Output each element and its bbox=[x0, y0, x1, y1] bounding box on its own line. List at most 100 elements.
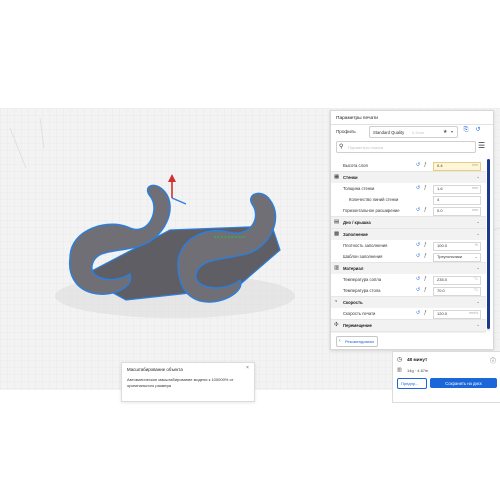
function-icon[interactable]: ƒ bbox=[424, 207, 427, 213]
reset-icon[interactable]: ↺ bbox=[416, 310, 420, 316]
function-icon[interactable]: ƒ bbox=[424, 310, 427, 316]
reset-icon[interactable]: ↺ bbox=[416, 287, 420, 293]
setting-input[interactable]: 70.0 °C bbox=[433, 286, 481, 296]
reset-icon[interactable]: ↺ bbox=[416, 276, 420, 282]
setting-row: Горизонтальное расширение ↺ ƒ 0.0 mm bbox=[331, 205, 486, 216]
scrollbar[interactable] bbox=[487, 159, 490, 331]
category-header[interactable]: ▦ Стенки ⌄ bbox=[331, 171, 486, 183]
settings-list[interactable]: Высота слоя ↺ ƒ 0.4 mm ▦ Стенки ⌄ Толщина стенки… bbox=[331, 158, 493, 333]
material-usage: 14g · 4.67m bbox=[407, 368, 429, 373]
walls-icon: ▦ bbox=[334, 173, 340, 180]
setting-input[interactable]: 100.0% bbox=[433, 241, 481, 251]
category-header[interactable]: ✣ Перемещение ⌄ bbox=[331, 319, 486, 331]
setting-input[interactable]: 0.0 mm bbox=[433, 206, 481, 216]
function-icon[interactable]: ƒ bbox=[424, 287, 427, 293]
setting-dropdown[interactable]: Треугольники ⌄ bbox=[433, 252, 481, 262]
function-icon[interactable]: ƒ bbox=[424, 276, 427, 282]
preview-button[interactable]: Предпр... bbox=[397, 378, 427, 389]
setting-row: Шаблон заполнения ↺ ƒ Треугольники ⌄ bbox=[331, 251, 486, 262]
category-header[interactable]: ▩ Заполнение ⌄ bbox=[331, 228, 486, 240]
chevron-down-icon: ⌄ bbox=[474, 253, 478, 259]
recommended-button[interactable]: ‹ Рекомендовано bbox=[336, 336, 378, 347]
search-icon: ⚲ bbox=[339, 143, 344, 150]
panel-title: Параметры печати bbox=[336, 116, 378, 121]
setting-label: Плотность заполнения bbox=[343, 243, 388, 248]
reset-icon[interactable]: ↺ bbox=[416, 185, 420, 191]
print-time: 48 минут bbox=[407, 357, 428, 362]
travel-icon: ✣ bbox=[334, 321, 339, 328]
scrollbar-thumb[interactable] bbox=[487, 159, 490, 329]
chevron-down-icon: ⌄ bbox=[476, 322, 480, 327]
spool-icon: ▥ bbox=[397, 367, 402, 373]
reset-profile-icon[interactable]: ↺ bbox=[474, 126, 482, 135]
setting-row: Высота слоя ↺ ƒ 0.4 mm bbox=[331, 160, 486, 171]
function-icon[interactable]: ƒ bbox=[424, 242, 427, 248]
job-summary: ◷ 48 минут ⓘ ▥ 14g · 4.67m Предпр... Сох… bbox=[392, 351, 500, 403]
setting-row: Температура сопла ↺ ƒ 235.0 °C bbox=[331, 274, 486, 285]
star-icon[interactable]: ★ bbox=[443, 129, 447, 135]
category-label: Дно / крышка bbox=[343, 220, 371, 225]
setting-input[interactable]: 1.6 mm bbox=[433, 184, 481, 194]
setting-unit: °C bbox=[473, 288, 478, 293]
reset-icon[interactable]: ↺ bbox=[416, 242, 420, 248]
print-settings-panel: Параметры печати Профиль Standard Qualit… bbox=[330, 110, 494, 350]
setting-value: 0.0 bbox=[437, 208, 443, 214]
reset-icon[interactable]: ↺ bbox=[416, 207, 420, 213]
setting-unit: mm bbox=[472, 208, 478, 213]
category-label: Перемещение bbox=[343, 323, 372, 328]
function-icon[interactable]: ƒ bbox=[424, 185, 427, 191]
scaling-notification: Масштабирование объекта × Автоматическое… bbox=[121, 362, 255, 402]
setting-row: Количество линий стенки 4 bbox=[331, 194, 486, 205]
setting-unit: mm bbox=[472, 186, 478, 191]
reset-icon[interactable]: ↺ bbox=[416, 162, 420, 168]
infill-icon: ▩ bbox=[334, 230, 340, 237]
preview-label: Предпр... bbox=[401, 381, 419, 387]
setting-value: 0.4 bbox=[437, 163, 443, 169]
material-icon: ▥ bbox=[334, 264, 340, 271]
reset-icon[interactable]: ↺ bbox=[416, 253, 420, 259]
setting-value: 235.0 bbox=[437, 277, 448, 283]
setting-unit: mm/s bbox=[469, 311, 478, 316]
setting-unit: mm bbox=[472, 163, 478, 168]
profile-hint: 0.2mm bbox=[412, 129, 425, 135]
setting-input[interactable]: 235.0 °C bbox=[433, 275, 481, 285]
top-bottom-icon: ▤ bbox=[334, 218, 340, 225]
category-header[interactable]: ◔ Скорость ⌄ bbox=[331, 296, 486, 308]
chevron-down-icon: ⌄ bbox=[476, 219, 480, 224]
search-placeholder: Параметры поиска bbox=[348, 144, 384, 150]
profile-label: Профиль bbox=[336, 129, 356, 134]
function-icon[interactable]: ƒ bbox=[424, 253, 427, 259]
notification-title: Масштабирование объекта bbox=[127, 367, 183, 372]
save-to-disk-button[interactable]: Сохранить на диск bbox=[430, 378, 497, 388]
chevron-down-icon: ⌄ bbox=[476, 299, 480, 304]
setting-input[interactable]: 0.4 mm bbox=[433, 161, 481, 171]
chevron-down-icon: ⌄ bbox=[476, 174, 480, 179]
chevron-down-icon: ⌄ bbox=[476, 231, 480, 236]
recommended-label: Рекомендовано bbox=[345, 339, 375, 345]
setting-input[interactable]: 4 bbox=[433, 195, 481, 205]
category-label: Материал bbox=[343, 266, 364, 271]
save-label: Сохранить на диск bbox=[445, 380, 482, 386]
profile-select[interactable]: Standard Quality 0.2mm ★ ▾ bbox=[369, 126, 458, 138]
save-profile-icon[interactable]: ⎘ bbox=[462, 126, 470, 135]
category-header[interactable]: ✻Охлаждение⌄ bbox=[331, 331, 486, 333]
chevron-down-icon: ⌄ bbox=[476, 265, 480, 270]
category-header[interactable]: ▥ Материал ⌄ bbox=[331, 262, 486, 274]
setting-row: Плотность заполнения ↺ ƒ 100.0% bbox=[331, 240, 486, 251]
setting-input[interactable]: 120.0 mm/s bbox=[433, 309, 481, 319]
category-header[interactable]: ▤ Дно / крышка ⌄ bbox=[331, 216, 486, 228]
category-label: Скорость bbox=[343, 300, 363, 305]
setting-value: 4 bbox=[437, 197, 440, 203]
function-icon[interactable]: ƒ bbox=[424, 162, 427, 168]
speed-icon: ◔ bbox=[334, 298, 338, 305]
clock-icon: ◷ bbox=[397, 357, 403, 363]
setting-row: Температура стола ↺ ƒ 70.0 °C bbox=[331, 285, 486, 296]
chevron-down-icon: ▾ bbox=[451, 128, 454, 134]
search-input[interactable]: ⚲ Параметры поиска bbox=[336, 141, 476, 153]
setting-label: Температура стола bbox=[343, 288, 381, 293]
category-label: Стенки bbox=[343, 175, 358, 180]
setting-label: Количество линий стенки bbox=[349, 197, 399, 202]
close-icon[interactable]: × bbox=[246, 365, 249, 371]
settings-menu-icon[interactable]: ☰ bbox=[478, 141, 487, 151]
info-icon[interactable]: ⓘ bbox=[490, 356, 496, 365]
